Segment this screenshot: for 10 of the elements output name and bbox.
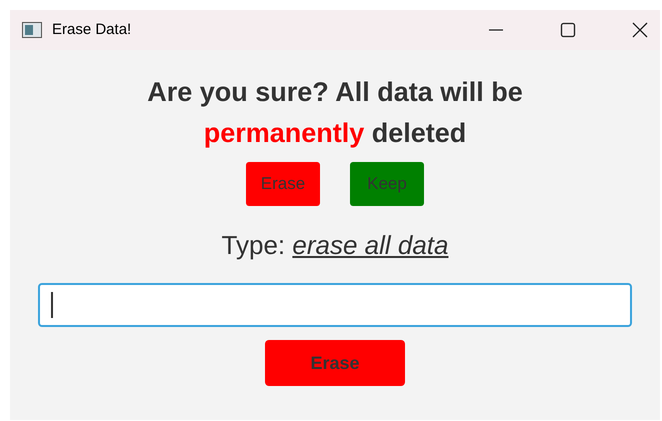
close-icon[interactable] — [632, 22, 648, 38]
app-icon — [22, 22, 42, 38]
erase-button[interactable]: Erase — [246, 162, 320, 206]
confirm-input-field[interactable] — [38, 283, 632, 327]
warning-heading: Are you sure? All data will be permanently deleted — [146, 76, 524, 150]
keep-button[interactable]: Keep — [350, 162, 424, 206]
erase-button[interactable]: Erase — [265, 340, 405, 386]
maximize-icon[interactable] — [560, 22, 576, 38]
window-title: Erase Data! — [52, 20, 132, 40]
type-prompt: Type: erase all data — [222, 229, 448, 262]
